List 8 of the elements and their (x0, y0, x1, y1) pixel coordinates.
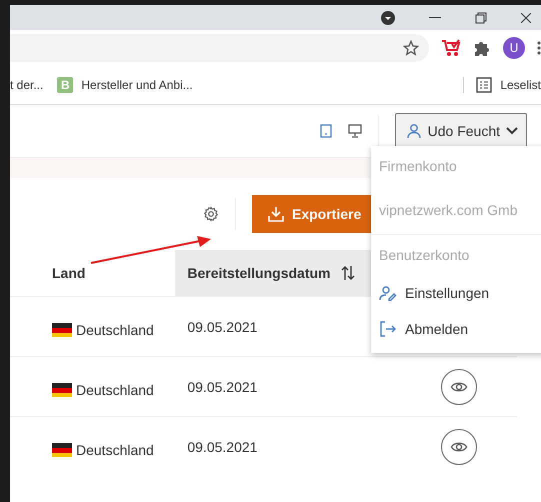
table-cell: Deutschland (10, 296, 176, 356)
table-cell: Deutschland (10, 356, 176, 416)
menu-heading: Firmenkonto (378, 157, 458, 176)
table-cell: Deutschland (10, 416, 176, 476)
company-name: vipnetzwerk.com Gmb (378, 201, 518, 220)
table-cell: 09.05.2021 (175, 416, 382, 476)
table-cell: 09.05.2021 (175, 356, 382, 416)
bookmark-favicon: B (57, 77, 74, 93)
